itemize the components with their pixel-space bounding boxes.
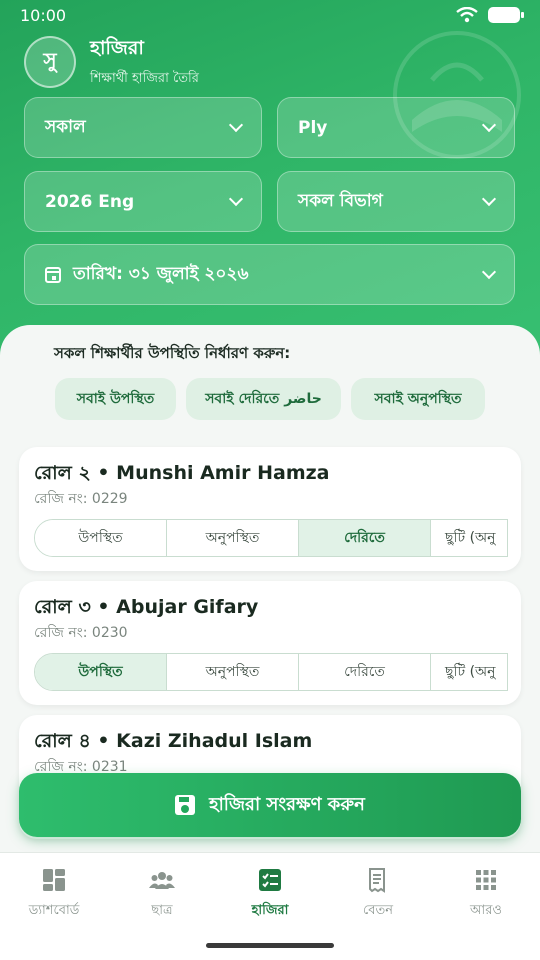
battery-icon xyxy=(488,7,524,23)
status-option-present[interactable]: উপস্থিত xyxy=(35,654,167,690)
status-time: 10:00 xyxy=(20,5,67,25)
student-card: রোল ২ • Munshi Amir Hamza রেজি নং: 0229 … xyxy=(19,447,521,571)
nav-label-dashboard: ড্যাশবোর্ড xyxy=(28,903,80,918)
chevron-down-icon xyxy=(481,191,497,206)
grid-icon xyxy=(476,870,496,890)
chevron-down-icon xyxy=(481,264,497,279)
status-bar: 10:00 xyxy=(0,0,540,30)
nav-item-more[interactable]: আরও xyxy=(432,867,540,922)
receipt-icon xyxy=(369,868,385,893)
chevron-down-icon xyxy=(228,191,244,206)
nav-label-salary: বেতন xyxy=(362,903,394,918)
shift-select[interactable]: সকাল xyxy=(24,97,262,158)
people-icon xyxy=(149,872,175,889)
chevron-down-icon xyxy=(228,117,244,132)
department-select-value: সকল বিভাগ xyxy=(298,190,383,211)
nav-label-more: আরও xyxy=(470,903,502,918)
status-option-absent[interactable]: অনুপস্থিত xyxy=(167,654,299,690)
checklist-icon xyxy=(259,869,281,891)
attendance-status-selector: উপস্থিত অনুপস্থিত দেরিতে ছুটি (অনু xyxy=(34,653,508,691)
save-attendance-label: হাজিরা সংরক্ষণ করুন xyxy=(209,793,365,815)
section-select-value: Ply xyxy=(298,117,328,138)
nav-item-students[interactable]: ছাত্র xyxy=(108,867,216,922)
dashboard-icon xyxy=(43,869,65,891)
page-title: হাজিরা xyxy=(90,37,144,59)
section-select[interactable]: Ply xyxy=(277,97,515,158)
home-indicator xyxy=(206,943,334,948)
wifi-icon xyxy=(456,7,478,23)
avatar[interactable]: সু xyxy=(24,36,76,88)
status-option-late[interactable]: দেরিতে xyxy=(299,654,431,690)
all-late-button[interactable]: সবাই দেরিতে حاضر xyxy=(186,378,341,420)
status-option-late[interactable]: দেরিতে xyxy=(299,520,431,556)
save-attendance-button[interactable]: হাজিরা সংরক্ষণ করুন xyxy=(19,773,521,837)
shift-select-value: সকাল xyxy=(45,116,86,137)
page-subtitle: শিক্ষার্থী হাজিরা তৈরি xyxy=(90,71,199,86)
app-header: সু হাজিরা শিক্ষার্থী হাজিরা তৈরি xyxy=(24,34,199,90)
nav-label-students: ছাত্র xyxy=(151,903,173,918)
status-option-present[interactable]: উপস্থিত xyxy=(35,520,167,556)
status-option-leave[interactable]: ছুটি (অনু xyxy=(431,520,507,556)
all-absent-button[interactable]: সবাই অনুপস্থিত xyxy=(351,378,485,420)
student-reg-number: রেজি নং: 0229 xyxy=(34,491,128,507)
save-icon xyxy=(175,795,196,815)
department-select[interactable]: সকল বিভাগ xyxy=(277,171,515,232)
nav-item-attendance[interactable]: হাজিরা xyxy=(216,867,324,922)
attendance-status-selector: উপস্থিত অনুপস্থিত দেরিতে ছুটি (অনু xyxy=(34,519,508,557)
bulk-attendance-label: সকল শিক্ষার্থীর উপস্থিতি নির্ধারণ করুন: xyxy=(54,344,291,362)
session-select[interactable]: 2026 Eng xyxy=(24,171,262,232)
chevron-down-icon xyxy=(481,117,497,132)
status-option-leave[interactable]: ছুটি (অনু xyxy=(431,654,507,690)
student-reg-number: রেজি নং: 0230 xyxy=(34,625,128,641)
calendar-icon xyxy=(45,266,61,283)
session-select-value: 2026 Eng xyxy=(45,191,135,212)
all-present-button[interactable]: সবাই উপস্থিত xyxy=(55,378,176,420)
date-picker-value: তারিখ: ৩১ জুলাই ২০২৬ xyxy=(73,263,249,284)
nav-label-attendance: হাজিরা xyxy=(251,903,289,918)
status-option-absent[interactable]: অনুপস্থিত xyxy=(167,520,299,556)
student-card: রোল ৩ • Abujar Gifary রেজি নং: 0230 উপস্… xyxy=(19,581,521,705)
date-picker[interactable]: তারিখ: ৩১ জুলাই ২০২৬ xyxy=(24,244,515,305)
nav-item-dashboard[interactable]: ড্যাশবোর্ড xyxy=(0,867,108,922)
nav-item-salary[interactable]: বেতন xyxy=(324,867,432,922)
